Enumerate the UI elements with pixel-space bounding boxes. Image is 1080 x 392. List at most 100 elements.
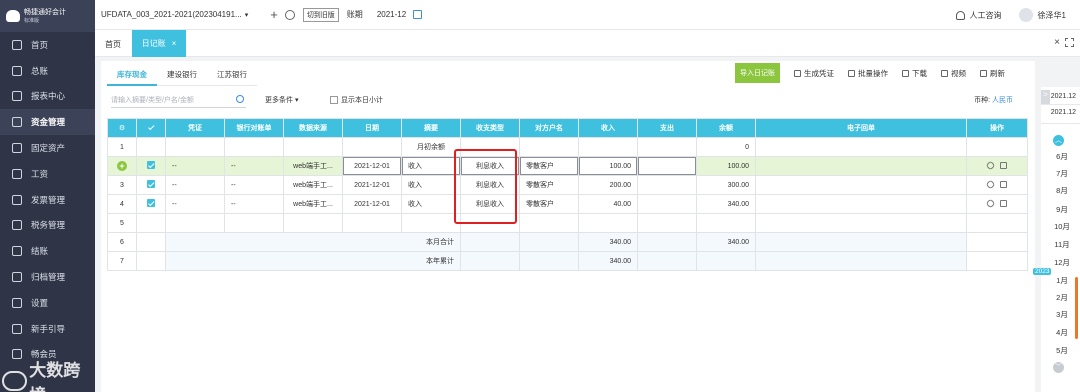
month-item[interactable]: 6月 [1053, 151, 1071, 162]
row-checkbox[interactable] [147, 180, 155, 188]
row-checkbox[interactable] [147, 161, 155, 169]
add-icon[interactable]: + [270, 7, 278, 22]
period-panel: > 2021.12 2021.12 ︿ 6月 7月 8月 9月 10月 11月 … [1033, 87, 1080, 392]
fullscreen-icon[interactable] [1065, 38, 1074, 47]
col-voucher[interactable]: 凭证 [165, 118, 225, 138]
tab-journal[interactable]: 日记账 × [132, 30, 186, 57]
download-icon [902, 69, 909, 77]
sidebar-item-settings[interactable]: 设置 [0, 290, 95, 316]
settings-icon [12, 297, 22, 308]
tab-cash[interactable]: 库存现金 [107, 64, 157, 86]
month-item[interactable]: 4月 [1053, 327, 1071, 338]
tab-jiangsu-bank[interactable]: 江苏银行 [207, 64, 257, 86]
table-row[interactable]: + -- -- web端手工... 2021-12-01 收入 利息收入 零散客… [107, 156, 1028, 176]
sidebar-item-reports[interactable]: 报表中心 [0, 84, 95, 110]
table-row[interactable]: 3 -- -- web端手工... 2021-12-01 收入 利息收入 零散客… [107, 175, 1028, 195]
sidebar-item-archive[interactable]: 归档管理 [0, 264, 95, 290]
avatar[interactable] [1018, 8, 1033, 22]
month-item[interactable]: 3月 [1053, 309, 1071, 320]
checkbox[interactable] [330, 96, 338, 104]
date-field[interactable]: 2021-12-01 [342, 156, 402, 176]
gear-icon[interactable] [284, 9, 295, 20]
tab-home[interactable]: 首页 [105, 39, 121, 50]
close-icon[interactable]: × [172, 39, 177, 48]
col-bank-statement[interactable]: 银行对账单 [224, 118, 284, 138]
delete-icon[interactable] [1000, 161, 1007, 169]
generate-voucher-button[interactable]: 生成凭证 [794, 68, 834, 79]
row-checkbox[interactable] [147, 199, 155, 207]
support-link[interactable]: 人工咨询 [970, 10, 1002, 21]
sidebar-item-ledger[interactable]: 总账 [0, 58, 95, 84]
summary-field[interactable]: 收入 [401, 156, 461, 176]
more-conditions-dropdown[interactable]: 更多条件 ▾ [265, 95, 298, 105]
sidebar-item-home[interactable]: 首页 [0, 32, 95, 58]
sidebar-item-guide[interactable]: 新手引导 [0, 316, 95, 342]
import-journal-button[interactable]: 导入日记账 [735, 63, 780, 83]
refresh-button[interactable]: 刷新 [980, 68, 1005, 79]
link-icon[interactable] [985, 198, 996, 208]
delete-icon[interactable] [1000, 180, 1007, 188]
delete-icon[interactable] [1000, 199, 1007, 207]
col-type[interactable]: 收支类型 [460, 118, 520, 138]
col-summary[interactable]: 摘要 [401, 118, 461, 138]
tax-icon [12, 220, 22, 231]
month-item[interactable]: 11月 [1053, 239, 1071, 250]
expense-field[interactable] [637, 156, 697, 176]
col-date[interactable]: 日期 [342, 118, 402, 138]
col-party[interactable]: 对方户名 [519, 118, 579, 138]
col-income[interactable]: 收入 [578, 118, 638, 138]
chevron-down-icon[interactable]: ﹀ [1053, 362, 1064, 373]
period-value[interactable]: 2021-12 [377, 10, 406, 19]
period-end[interactable]: 2021.12 [1044, 109, 1076, 116]
gear-icon[interactable]: ⚙ [107, 118, 137, 138]
table-row-month-total: 6 本月合计 340.00 340.00 [107, 232, 1028, 252]
sidebar-item-payroll[interactable]: 工资 [0, 161, 95, 187]
col-balance[interactable]: 余额 [696, 118, 756, 138]
watermark: 大数跨境 [2, 356, 95, 392]
month-item[interactable]: 2月 [1053, 292, 1071, 303]
sidebar-item-invoices[interactable]: 发票管理 [0, 187, 95, 213]
table-row[interactable]: 4 -- -- web端手工... 2021-12-01 收入 利息收入 零散客… [107, 194, 1028, 214]
calendar-icon[interactable] [413, 10, 423, 19]
party-field[interactable]: 零散客户 [519, 156, 579, 176]
sidebar-item-fixed-assets[interactable]: 固定资产 [0, 135, 95, 161]
user-name[interactable]: 徐泽华1 [1038, 10, 1066, 21]
link-icon[interactable] [985, 179, 996, 189]
sidebar-item-closing[interactable]: 结账 [0, 238, 95, 264]
col-source[interactable]: 数据来源 [283, 118, 343, 138]
switch-old-version-button[interactable]: 切到旧版 [302, 7, 339, 22]
month-item[interactable]: 12月 [1053, 257, 1071, 268]
search-icon[interactable] [236, 95, 244, 103]
close-all-icon[interactable]: × [1054, 37, 1060, 48]
topbar: UFDATA_003_2021-2021(202304191... ▾ + 切到… [95, 0, 1080, 30]
link-icon[interactable] [985, 160, 996, 170]
invoice-icon [12, 194, 22, 205]
month-item[interactable]: 7月 [1053, 168, 1071, 179]
add-row-icon[interactable]: + [117, 161, 127, 171]
chevron-up-icon[interactable]: ︿ [1053, 135, 1064, 146]
app-logo[interactable]: 畅捷通好会计 标准版 [0, 0, 95, 32]
col-expense[interactable]: 支出 [637, 118, 697, 138]
period-start[interactable]: 2021.12 [1044, 93, 1076, 100]
chevron-down-icon[interactable]: ▾ [245, 11, 249, 19]
table-row[interactable]: 5 [107, 213, 1028, 233]
currency-selector[interactable]: 币种: 人民币 [974, 95, 1013, 105]
month-item[interactable]: 10月 [1053, 221, 1071, 232]
account-selector[interactable]: UFDATA_003_2021-2021(202304191... [101, 10, 242, 19]
month-item[interactable]: 8月 [1053, 185, 1071, 196]
search-input[interactable]: 请输入摘要/类型/户名/金额 [111, 91, 246, 108]
tab-ccb[interactable]: 建设银行 [157, 64, 207, 86]
month-item[interactable]: 5月 [1053, 345, 1071, 356]
batch-operation-button[interactable]: 批量操作 [848, 68, 888, 79]
headset-icon[interactable] [955, 10, 965, 20]
sidebar-item-tax[interactable]: 税务管理 [0, 213, 95, 239]
video-button[interactable]: 视频 [941, 68, 966, 79]
sidebar-item-funds[interactable]: 资金管理 [0, 109, 95, 136]
select-all-checkbox[interactable] [136, 118, 166, 138]
month-item[interactable]: 1月 [1053, 275, 1071, 286]
income-field[interactable]: 100.00 [578, 156, 638, 176]
month-item[interactable]: 9月 [1053, 204, 1071, 215]
download-button[interactable]: 下载 [902, 68, 927, 79]
daily-subtotal-checkbox[interactable]: 显示本日小计 [330, 95, 383, 105]
col-e-receipt[interactable]: 电子回单 [755, 118, 967, 138]
